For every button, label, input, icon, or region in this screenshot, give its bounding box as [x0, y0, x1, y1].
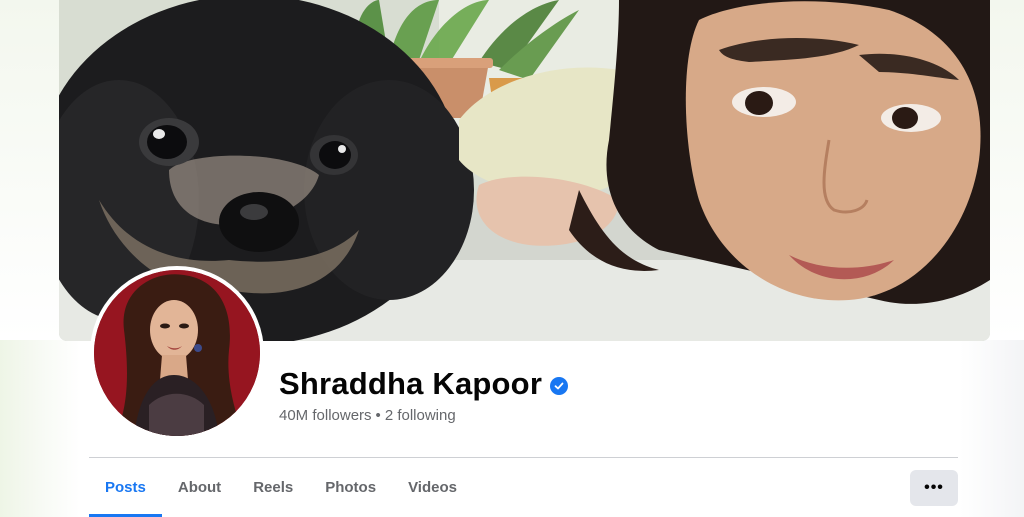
tab-label: About [177, 479, 222, 496]
followers-count[interactable]: 40M followers [279, 407, 372, 424]
verified-badge-icon [550, 377, 569, 395]
profile-name-row: Shraddha Kapoor [279, 366, 569, 402]
tab-reels[interactable]: Reels [237, 458, 309, 517]
more-options-button[interactable]: ••• [910, 470, 958, 506]
separator-dot: • [375, 407, 381, 424]
tab-photos[interactable]: Photos [309, 458, 392, 517]
profile-name: Shraddha Kapoor [279, 366, 543, 401]
tab-videos[interactable]: Videos [392, 458, 473, 517]
tab-label: Photos [325, 479, 377, 496]
tab-label: Videos [408, 479, 457, 496]
profile-tabs: Posts About Reels Photos Videos [89, 458, 473, 517]
tab-label: Reels [253, 479, 294, 496]
tab-posts[interactable]: Posts [89, 458, 162, 517]
tab-about[interactable]: About [162, 458, 237, 517]
profile-counts: 40M followers • 2 following [279, 407, 456, 424]
profile-picture[interactable] [90, 266, 264, 440]
tab-label: Posts [105, 479, 146, 496]
avatar [94, 270, 260, 436]
more-dots-icon: ••• [924, 479, 944, 496]
following-count[interactable]: 2 following [385, 407, 456, 424]
